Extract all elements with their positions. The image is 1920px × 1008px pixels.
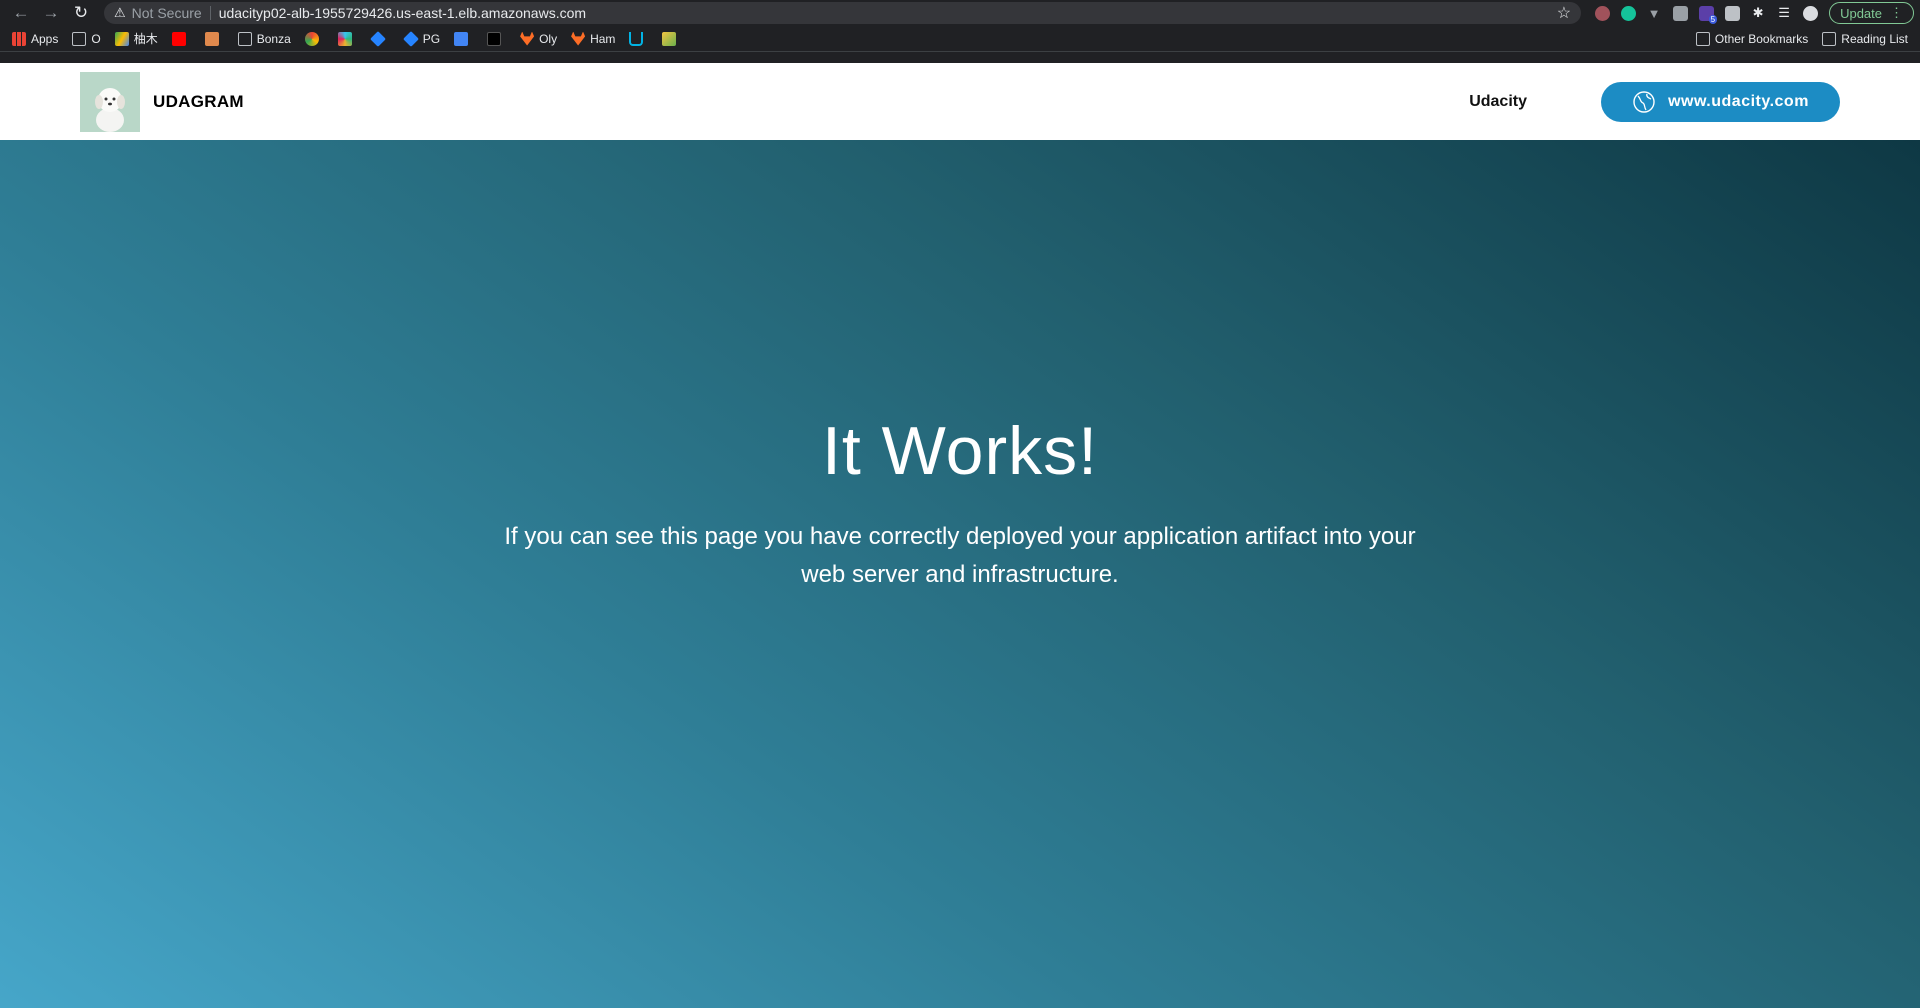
bookmark-folder-bonza[interactable]: Bonza	[237, 31, 291, 46]
reading-list[interactable]: Reading List	[1822, 31, 1908, 46]
jira-icon	[402, 30, 419, 47]
divider	[209, 6, 211, 20]
hero-title: It Works!	[822, 413, 1098, 489]
folder-icon	[72, 31, 87, 46]
bookmark-fox[interactable]	[204, 31, 224, 46]
google-drive-icon	[114, 31, 129, 46]
bookmark-label: PG	[422, 31, 441, 46]
bookmark-map[interactable]	[662, 31, 681, 46]
bookmark-folder-o[interactable]: O	[72, 31, 101, 46]
warning-icon: ⚠	[114, 5, 126, 20]
reading-list-icon	[1822, 31, 1837, 46]
bookmark-other[interactable]: Other Bookmarks	[1695, 31, 1809, 46]
media-queue-icon[interactable]: ☰	[1771, 2, 1797, 24]
bookmark-drive[interactable]: 柚木	[114, 30, 158, 47]
profile-avatar-icon[interactable]	[1797, 2, 1823, 24]
folder-icon	[237, 31, 252, 46]
hero-message: If you can see this page you have correc…	[504, 523, 1416, 588]
bookmark-label: Bonza	[256, 31, 291, 46]
site-header: UDAGRAM Udacity www.udacity.com	[0, 63, 1920, 140]
extension-globe-icon[interactable]	[1589, 2, 1615, 24]
bookmark-label: Apps	[31, 31, 59, 46]
browser-toolbar: ← → ↻ ⚠ Not Secure udacityp02-alb-195572…	[0, 0, 1920, 26]
gitlab-icon	[520, 31, 535, 46]
forward-arrow-icon[interactable]: →	[36, 0, 66, 26]
address-bar[interactable]: ⚠ Not Secure udacityp02-alb-1955729426.u…	[104, 2, 1582, 24]
fox-icon	[204, 31, 219, 46]
udacity-site-button[interactable]: www.udacity.com	[1601, 81, 1840, 122]
more-menu-icon[interactable]: ⋮	[1890, 5, 1903, 21]
bookmark-ham[interactable]: Ham	[571, 31, 616, 46]
puzzle-icon[interactable]: ✱	[1745, 2, 1771, 24]
bookmark-label: 柚木	[133, 32, 158, 46]
update-button[interactable]: Update ⋮	[1829, 2, 1914, 24]
web-page: UDAGRAM Udacity www.udacity.com It Works…	[0, 63, 1920, 1008]
vue-devtools-icon[interactable]: ▼	[1641, 2, 1667, 24]
bookmark-oly[interactable]: Oly	[520, 31, 558, 46]
bookmark-calendar[interactable]	[454, 31, 473, 46]
folder-icon	[1695, 31, 1710, 46]
bookmark-pg[interactable]: PG	[402, 30, 441, 47]
slack-icon	[337, 31, 352, 46]
brand-name[interactable]: UDAGRAM	[153, 92, 244, 112]
update-label: Update	[1840, 5, 1882, 21]
nav-link-udacity[interactable]: Udacity	[1469, 93, 1527, 111]
globe-icon	[1633, 90, 1655, 113]
extension-badge-icon[interactable]: 5	[1693, 2, 1719, 24]
extension-badge-count: 5	[1708, 15, 1718, 24]
calendar-icon	[454, 31, 469, 46]
reload-icon[interactable]: ↻	[66, 0, 96, 26]
bookmark-label: Other Bookmarks	[1714, 31, 1809, 46]
extension-gray-icon[interactable]	[1667, 2, 1693, 24]
bookmark-label: O	[91, 31, 101, 46]
bookmark-jira[interactable]	[369, 30, 390, 47]
bookmark-udacity[interactable]	[629, 31, 648, 46]
ty-icon	[487, 31, 502, 46]
apps-grid-icon	[12, 31, 26, 46]
bookmark-slack[interactable]	[337, 31, 357, 46]
bookmark-youtube[interactable]	[171, 31, 191, 46]
gitlab-icon	[571, 31, 586, 46]
dog-logo-icon[interactable]	[80, 71, 140, 132]
hero-section: It Works! If you can see this page you h…	[0, 140, 1920, 1008]
security-label: Not Secure	[131, 5, 202, 21]
chrome-icon	[304, 31, 319, 46]
udacity-icon	[629, 31, 644, 46]
youtube-icon	[171, 31, 186, 46]
grammarly-icon[interactable]	[1615, 2, 1641, 24]
bookmark-ty[interactable]	[487, 31, 506, 46]
bookmarks-bar: Apps O 柚木 Bonza PG Oly Ham Other Bookmar…	[0, 26, 1920, 52]
bookmark-label: Oly	[539, 31, 558, 46]
map-icon	[662, 31, 677, 46]
bookmark-star-icon[interactable]: ☆	[1557, 3, 1571, 23]
back-arrow-icon[interactable]: ←	[6, 0, 36, 26]
url-text[interactable]: udacityp02-alb-1955729426.us-east-1.elb.…	[219, 5, 586, 21]
bookmark-apps[interactable]: Apps	[12, 31, 59, 46]
reading-list-label: Reading List	[1841, 31, 1908, 46]
extension-image-icon[interactable]	[1719, 2, 1745, 24]
bookmark-label: Ham	[590, 31, 616, 46]
udacity-site-button-label: www.udacity.com	[1668, 92, 1809, 110]
jira-icon	[369, 30, 386, 47]
bookmark-chrome[interactable]	[304, 31, 324, 46]
